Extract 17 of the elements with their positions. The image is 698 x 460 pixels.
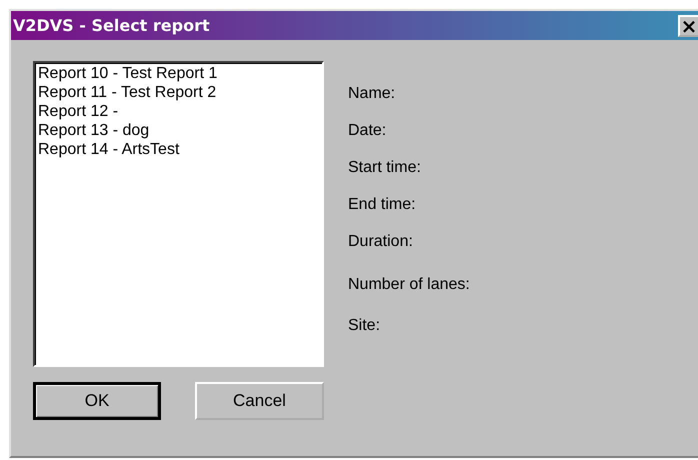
cancel-button[interactable]: Cancel	[195, 382, 324, 420]
ok-button[interactable]: OK	[33, 382, 161, 420]
field-label: Date:	[348, 122, 388, 141]
report-item[interactable]: Report 13 - dog	[38, 121, 150, 140]
report-item[interactable]: Report 10 - Test Report 1	[38, 64, 218, 83]
report-list[interactable]: Report 10 - Test Report 1 Report 11 - Test Report 2 Report 12 - Report 13 - dog Report 14 - ArtsTest	[33, 61, 324, 367]
report-item[interactable]: Report 12 -	[38, 102, 118, 121]
field-label: Name:	[348, 85, 396, 104]
field-label: Number of lanes:	[348, 276, 470, 295]
window-title: V2DVS - Select report	[13, 16, 210, 35]
field-label: Site:	[348, 317, 382, 336]
field-label: Start time:	[348, 159, 422, 178]
close-button[interactable]: ×	[678, 14, 698, 36]
report-item[interactable]: Report 11 - Test Report 2	[38, 83, 216, 102]
report-item[interactable]: Report 14 - ArtsTest	[38, 140, 180, 159]
field-label: Duration:	[348, 233, 414, 252]
field-label: End time:	[348, 196, 417, 215]
